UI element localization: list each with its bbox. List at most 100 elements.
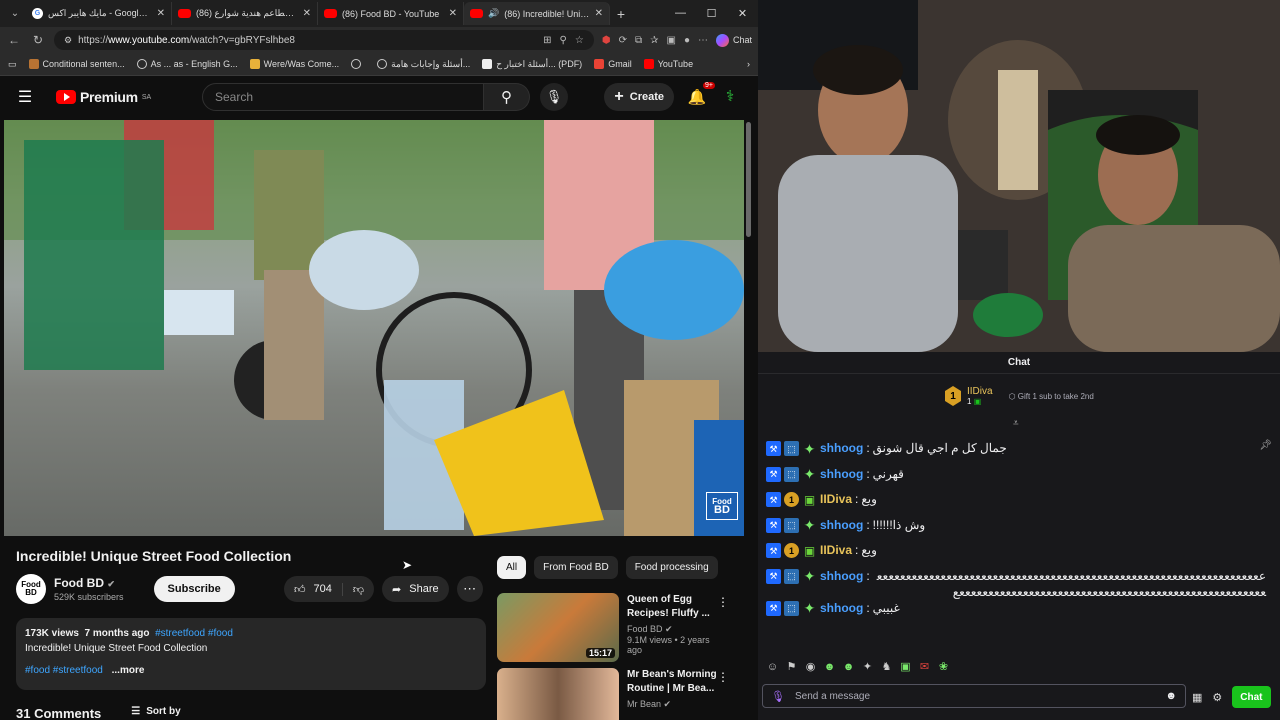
emote-icon[interactable]: ✦	[861, 660, 874, 673]
subscribe-button[interactable]: Subscribe	[153, 576, 235, 602]
chat-badge-icon[interactable]: ⚒	[766, 600, 781, 616]
chat-username[interactable]: IIDiva	[820, 491, 852, 507]
maximize-icon[interactable]: ☐	[696, 7, 727, 20]
chat-username[interactable]: IIDiva	[820, 542, 852, 558]
chat-badge-icon[interactable]: ▣	[802, 543, 817, 558]
minimize-icon[interactable]: —	[665, 7, 696, 20]
tab-list-button[interactable]: ⌄	[4, 3, 26, 25]
chat-badge-icon[interactable]: ⚒	[766, 441, 781, 456]
show-more-link[interactable]: ...more	[112, 665, 145, 676]
new-tab-button[interactable]: +	[610, 6, 632, 22]
chat-badge-icon[interactable]: ⚒	[766, 517, 781, 533]
account-avatar[interactable]: ⚕	[720, 87, 740, 107]
bookmark-item[interactable]: As ... as - English G...	[136, 59, 238, 69]
collections-icon[interactable]: ▣	[666, 35, 675, 46]
page-scrollbar[interactable]	[745, 120, 753, 720]
chip-all[interactable]: All	[497, 556, 527, 579]
emote-icon[interactable]: ▣	[899, 660, 912, 673]
related-video[interactable]: Mr Bean's Morning Routine | Mr Bea... Mr…	[497, 668, 737, 720]
chat-username[interactable]: shhoog	[820, 600, 863, 616]
copilot-chat-button[interactable]: Chat	[715, 33, 752, 47]
video-thumbnail[interactable]: 15:17	[497, 593, 619, 662]
related-video[interactable]: 15:17 Queen of Egg Recipes! Fluffy ... F…	[497, 593, 737, 662]
chat-badge-icon[interactable]: ✦	[802, 441, 817, 457]
channel-avatar[interactable]: Food BD	[16, 574, 46, 604]
hashtags[interactable]: #streetfood #food	[155, 628, 233, 639]
chat-badge-icon[interactable]: ⬚	[784, 517, 799, 533]
chat-badge-icon[interactable]: ⚒	[766, 466, 781, 482]
chat-badge-icon[interactable]: ⬚	[784, 466, 799, 482]
chat-badge-icon[interactable]: ⬚	[784, 441, 799, 456]
favorites-icon[interactable]: ✰	[650, 35, 658, 46]
more-vertical-icon[interactable]: ⋮	[717, 670, 729, 684]
chat-badge-icon[interactable]: 1	[784, 543, 799, 558]
bookmark-item[interactable]: YouTube	[643, 59, 693, 69]
chat-badge-icon[interactable]: ▣	[802, 492, 817, 507]
like-button[interactable]: 👍︎ 704	[284, 582, 343, 596]
search-button[interactable]: ⚲	[484, 83, 530, 111]
chip-from-channel[interactable]: From Food BD	[534, 556, 618, 579]
reload-icon[interactable]: ↻	[30, 33, 46, 47]
emote-icon[interactable]: ☻	[823, 660, 836, 673]
chat-badge-icon[interactable]: ✦	[802, 517, 817, 533]
share-button[interactable]: ➦ Share	[382, 576, 449, 602]
chat-badge-icon[interactable]: ⚒	[766, 543, 781, 558]
sort-button[interactable]: ☰ Sort by	[131, 706, 180, 720]
send-chat-button[interactable]: Chat	[1232, 686, 1271, 708]
emote-icon[interactable]: ♞	[880, 660, 893, 673]
site-info-icon[interactable]: ⚙	[64, 35, 72, 46]
profile-icon[interactable]: ●	[684, 35, 690, 46]
notifications-button[interactable]: 🔔 9+	[684, 82, 715, 106]
chat-badge-icon[interactable]: ✦	[802, 600, 817, 616]
emote-icon[interactable]: ◉	[804, 660, 817, 673]
related-title[interactable]: Mr Bean's Morning	[627, 668, 717, 682]
emote-icon[interactable]: ⚑	[785, 660, 798, 673]
chat-username[interactable]: shhoog	[820, 466, 863, 482]
chat-badge-icon[interactable]: ⬚	[784, 600, 799, 616]
bookmark-item[interactable]: Were/Was Come...	[249, 59, 339, 69]
chat-badge-icon[interactable]: ⚒	[766, 568, 781, 584]
top-gifter-banner[interactable]: 1 IIDiva 1 ▣ ⬡ Gift 1 sub to take 2nd	[945, 386, 1094, 406]
video-thumbnail[interactable]	[497, 668, 619, 720]
refresh-extension-icon[interactable]: ⟳	[619, 35, 627, 46]
mic-icon[interactable]: 🎙	[771, 690, 785, 703]
youtube-premium-logo[interactable]: Premium SA	[56, 89, 186, 105]
scrollbar-thumb[interactable]	[746, 122, 751, 237]
split-screen-icon[interactable]: ⧉	[635, 35, 642, 46]
bookmark-item[interactable]: أسئلة اختبار ح... (PDF)	[482, 59, 582, 70]
bookmark-item[interactable]	[351, 59, 365, 69]
close-tab-icon[interactable]: ✕	[595, 8, 603, 19]
related-title[interactable]: Queen of Egg	[627, 593, 719, 607]
close-tab-icon[interactable]: ✕	[449, 8, 457, 19]
tab-food-bd[interactable]: (86) Food BD - YouTube ✕	[318, 2, 464, 25]
dislike-button[interactable]: 👎︎	[343, 583, 374, 596]
chat-badge-icon[interactable]: ✦	[802, 568, 817, 584]
chat-badge-icon[interactable]: ⚒	[766, 492, 781, 507]
chat-badge-icon[interactable]: ✦	[802, 466, 817, 482]
url-field[interactable]: ⚙ https:// www.youtube.com /watch?v=gbRY…	[54, 30, 594, 50]
more-options-icon[interactable]: ⋯	[698, 35, 708, 46]
app-available-icon[interactable]: ⊞	[543, 35, 551, 46]
chat-username[interactable]: shhoog	[820, 568, 863, 584]
extension-shield-icon[interactable]: ⬢	[602, 35, 611, 46]
close-window-icon[interactable]: ✕	[727, 7, 758, 20]
create-button[interactable]: + Create	[604, 83, 674, 111]
more-actions-button[interactable]: ⋯	[456, 576, 483, 602]
zoom-icon[interactable]: ⚲	[560, 35, 567, 46]
channel-watermark[interactable]: Food BD	[706, 492, 738, 520]
more-vertical-icon[interactable]: ⋮	[717, 595, 729, 609]
chat-username[interactable]: shhoog	[820, 440, 863, 456]
channel-name-row[interactable]: Food BD ✔	[54, 576, 124, 590]
chat-badge-icon[interactable]: ⬚	[784, 568, 799, 584]
voice-search-button[interactable]: 🎙	[540, 83, 568, 111]
store-icon[interactable]: ▦	[1192, 691, 1202, 704]
hashtags[interactable]: #food #streetfood	[25, 665, 103, 676]
description-box[interactable]: 173K views 7 months ago #streetfood #foo…	[16, 618, 486, 690]
related-title[interactable]: Recipes! Fluffy ...	[627, 607, 719, 621]
emote-icon[interactable]: ✉	[918, 660, 931, 673]
back-icon[interactable]: ←	[6, 33, 22, 47]
bookmark-item[interactable]: أسئلة وإجابات هامة...	[377, 59, 470, 70]
emote-icon[interactable]: ☺	[766, 660, 779, 673]
speaker-icon[interactable]: 🔊	[488, 8, 499, 19]
emote-picker-icon[interactable]: ☻	[1165, 690, 1177, 702]
